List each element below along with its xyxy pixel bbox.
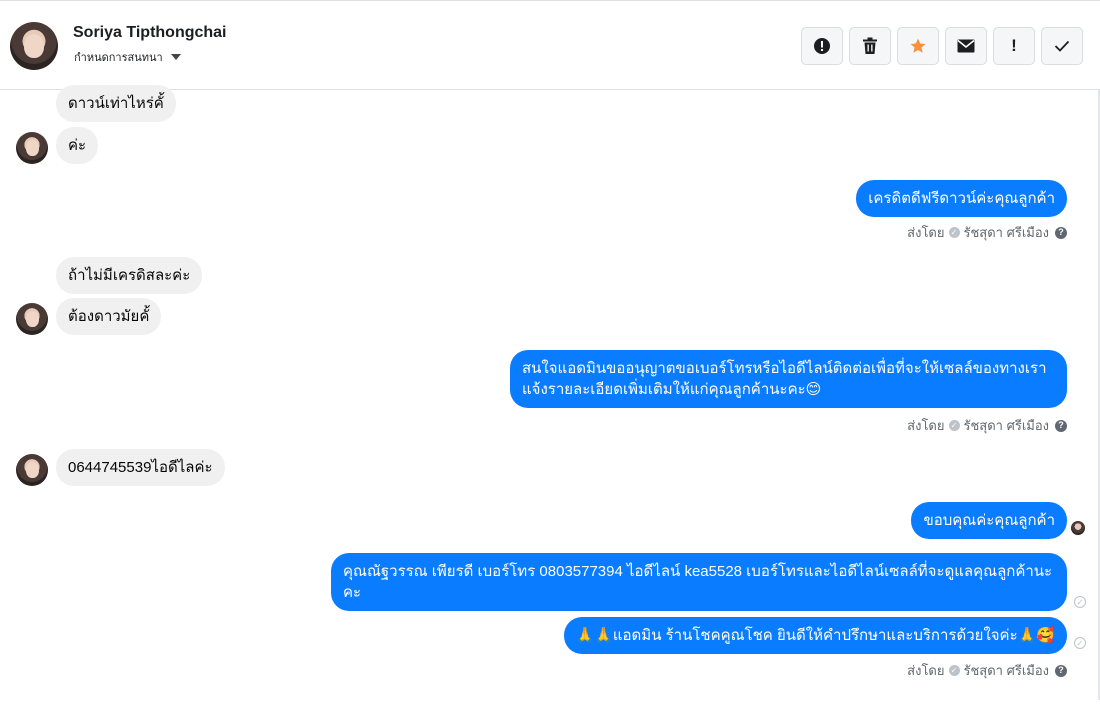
sent-by-info: ส่งโดย ✓ รัชสุดา ศรีเมือง ? bbox=[907, 660, 1067, 681]
contact-name[interactable]: Soriya Tipthongchai bbox=[73, 24, 227, 42]
star-icon bbox=[910, 38, 926, 53]
action-toolbar: ! bbox=[801, 27, 1083, 65]
sent-by-label: ส่งโดย bbox=[907, 663, 945, 678]
outgoing-message[interactable]: 🙏🙏แอดมิน ร้านโชคคูณโชค ยินดีให้คำปรึกษาแ… bbox=[563, 617, 1067, 654]
verified-check-icon: ✓ bbox=[948, 665, 960, 676]
conversation-header: Soriya Tipthongchai กำหนดการสนทนา ! bbox=[0, 0, 1100, 90]
delivered-check-icon: ✓ bbox=[1074, 596, 1086, 608]
star-button[interactable] bbox=[897, 27, 939, 65]
help-icon[interactable]: ? bbox=[1055, 664, 1067, 677]
outgoing-message[interactable]: ขอบคุณค่ะคุณลูกค้า bbox=[911, 502, 1067, 539]
delivered-check-icon: ✓ bbox=[1074, 637, 1086, 649]
mark-done-button[interactable] bbox=[1041, 27, 1083, 65]
checkmark-icon bbox=[1054, 40, 1070, 52]
incoming-message[interactable]: ถ้าไม่มีเครดิสละค่ะ bbox=[56, 257, 203, 294]
incoming-message[interactable]: ดาวน์เท่าไหร่คั้ bbox=[56, 85, 176, 122]
sent-by-info: ส่งโดย ✓ รัชสุดา ศรีเมือง ? bbox=[907, 222, 1067, 243]
conversation-options-dropdown[interactable]: กำหนดการสนทนา bbox=[74, 48, 181, 66]
trash-icon bbox=[863, 37, 877, 54]
sender-avatar[interactable] bbox=[16, 132, 48, 164]
envelope-icon bbox=[957, 39, 975, 53]
help-icon[interactable]: ? bbox=[1055, 419, 1067, 432]
verified-check-icon: ✓ bbox=[948, 420, 960, 431]
delete-button[interactable] bbox=[849, 27, 891, 65]
outgoing-message[interactable]: สนใจแอดมินขออนุญาตขอเบอร์โทรหรือไอดีไลน์… bbox=[510, 350, 1067, 408]
incoming-message[interactable]: ค่ะ bbox=[56, 127, 99, 164]
sent-by-label: ส่งโดย bbox=[907, 418, 945, 433]
seen-avatar bbox=[1071, 521, 1085, 535]
incoming-message[interactable]: ต้องดาวมัยคั้ bbox=[56, 298, 162, 335]
conversation-options-label: กำหนดการสนทนา bbox=[74, 52, 163, 64]
sender-avatar[interactable] bbox=[16, 454, 48, 486]
sent-by-name[interactable]: รัชสุดา ศรีเมือง bbox=[964, 222, 1050, 243]
caret-down-icon bbox=[170, 54, 181, 60]
report-button[interactable] bbox=[801, 27, 843, 65]
sent-by-info: ส่งโดย ✓ รัชสุดา ศรีเมือง ? bbox=[907, 415, 1067, 436]
sender-avatar[interactable] bbox=[16, 303, 48, 335]
mark-spam-button[interactable]: ! bbox=[993, 27, 1035, 65]
mark-unread-button[interactable] bbox=[945, 27, 987, 65]
exclamation-icon: ! bbox=[1011, 36, 1017, 55]
contact-avatar[interactable] bbox=[10, 22, 58, 70]
verified-check-icon: ✓ bbox=[948, 227, 960, 238]
outgoing-message[interactable]: คุณณัฐวรรณ เพียรดี เบอร์โทร 0803577394 ไ… bbox=[331, 553, 1067, 611]
sent-by-label: ส่งโดย bbox=[907, 225, 945, 240]
outgoing-message[interactable]: เครดิตดีฟรีดาวน์ค่ะคุณลูกค้า bbox=[856, 180, 1067, 217]
sent-by-name[interactable]: รัชสุดา ศรีเมือง bbox=[964, 415, 1050, 436]
incoming-message[interactable]: 0644745539ไอดีไลค่ะ bbox=[56, 449, 225, 486]
help-icon[interactable]: ? bbox=[1055, 226, 1067, 239]
sent-by-name[interactable]: รัชสุดา ศรีเมือง bbox=[964, 660, 1050, 681]
alert-circle-icon bbox=[814, 38, 830, 54]
